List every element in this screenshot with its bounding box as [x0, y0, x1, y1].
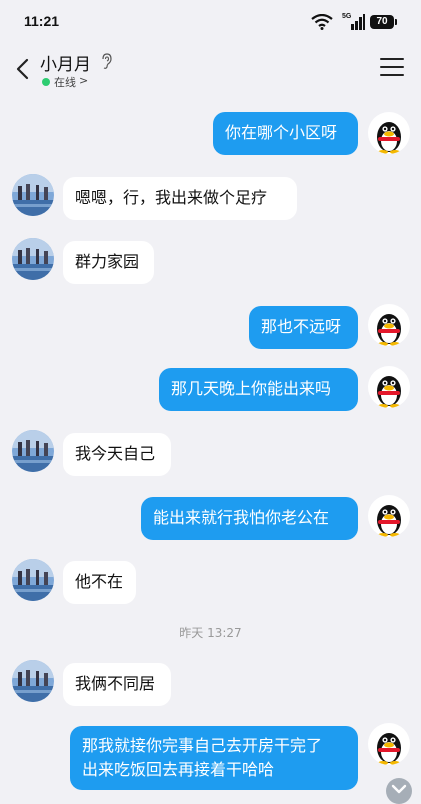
penguin-avatar-icon[interactable]: [368, 723, 410, 765]
penguin-avatar-icon[interactable]: [368, 495, 410, 537]
contact-avatar[interactable]: [12, 559, 54, 601]
battery-icon: 70: [370, 15, 394, 29]
battery-tip: [395, 19, 397, 25]
message-bubble-outgoing[interactable]: 你在哪个小区呀: [213, 112, 358, 155]
penguin-avatar-icon[interactable]: [368, 112, 410, 154]
contact-avatar[interactable]: [12, 174, 54, 216]
penguin-avatar-icon[interactable]: [368, 366, 410, 408]
online-dot: [42, 78, 50, 86]
message-bubble-outgoing[interactable]: 那几天晚上你能出来吗: [159, 368, 358, 411]
message-bubble-incoming[interactable]: 他不在: [63, 561, 136, 604]
scroll-to-bottom-button[interactable]: [386, 778, 412, 804]
message-bubble-incoming[interactable]: 我俩不同居: [63, 663, 171, 706]
menu-icon[interactable]: [380, 58, 404, 80]
online-status[interactable]: 在线: [54, 74, 76, 90]
message-bubble-incoming[interactable]: 群力家园: [63, 241, 154, 284]
battery-level: 70: [376, 16, 388, 27]
signal-icon: [351, 14, 365, 30]
message-bubble-outgoing[interactable]: 能出来就行我怕你老公在: [141, 497, 358, 540]
message-bubble-incoming[interactable]: 我今天自己: [63, 433, 171, 476]
message-bubble-incoming[interactable]: 嗯嗯，行，我出来做个足疗: [63, 177, 297, 220]
chat-header: 小月月 在线 >: [0, 46, 421, 92]
clock: 11:21: [24, 13, 60, 29]
back-arrow-icon[interactable]: [12, 57, 36, 81]
message-bubble-outgoing[interactable]: 那也不远呀: [249, 306, 358, 349]
penguin-avatar-icon[interactable]: [368, 304, 410, 346]
contact-avatar[interactable]: [12, 430, 54, 472]
chevron-down-icon: [391, 784, 407, 794]
contact-avatar[interactable]: [12, 238, 54, 280]
wifi-icon: [311, 14, 333, 30]
contact-name[interactable]: 小月月: [40, 50, 91, 75]
message-bubble-outgoing[interactable]: 那我就接你完事自己去开房干完了 出来吃饭回去再接着干哈哈: [70, 726, 358, 790]
status-bar: 11:21 5G 70: [0, 0, 421, 46]
ear-icon: [102, 53, 112, 69]
timestamp-separator: 昨天 13:27: [179, 626, 242, 640]
contact-avatar[interactable]: [12, 660, 54, 702]
status-chevron-icon: >: [79, 74, 89, 87]
